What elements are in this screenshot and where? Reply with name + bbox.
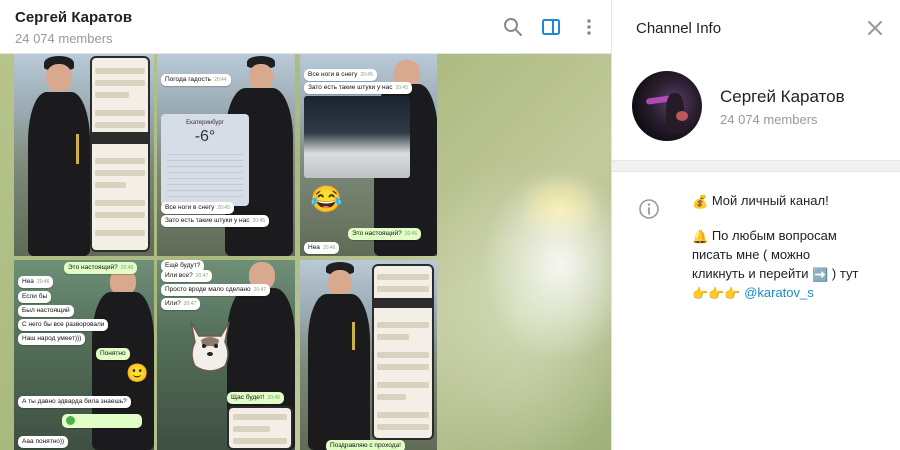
sidebar-toggle-button[interactable] [537, 13, 565, 41]
channel-description: 💰 Мой личный канал! 🔔 По любым вопросам … [692, 191, 892, 302]
channel-info-panel: Channel Info Сергей Каратов 24 074 membe… [611, 0, 900, 450]
album-photo-6[interactable]: Поздравляю с прохода! [300, 260, 437, 450]
message-bubble: С него бы все разворовали [18, 319, 109, 331]
message-bubble: Или? 20:47 [161, 298, 201, 310]
album-photo-2[interactable]: Погода гадость 20:44 Екатеринбург -6° Все… [157, 54, 295, 256]
message-bubble: Неа 20:46 [304, 242, 340, 254]
username-link[interactable]: @karatov_s [744, 285, 814, 300]
info-icon [639, 199, 659, 219]
chat-member-count: 24 074 members [15, 31, 113, 46]
chat-title[interactable]: Сергей Каратов [15, 9, 132, 26]
search-button[interactable] [499, 13, 527, 41]
album-photo-1[interactable] [14, 54, 154, 256]
smile-emoji: 🙂 [126, 363, 149, 383]
chat-area: Сергей Каратов 24 074 members Погода гад… [0, 0, 611, 450]
album-photo-5[interactable]: Ещё будут? Или все? 20:47 Просто вроде ма… [157, 260, 295, 450]
message-bubble: А ты давно эдварда била знаешь? [18, 396, 131, 408]
money-bag-emoji: 💰 [692, 194, 709, 209]
more-vertical-icon [587, 19, 591, 35]
message-bubble: Просто вроде мало сделано 20:47 [161, 284, 271, 296]
phone-screenshot [372, 264, 434, 440]
weather-widget: Екатеринбург -6° [161, 114, 249, 206]
laughing-emoji: 😂 [310, 184, 343, 214]
message-bubble: Зато есть такие штуки у нас 20:45 [161, 215, 269, 227]
night-photo [304, 96, 410, 178]
album-photo-3[interactable]: Все ноги в снегу 20:45 Зато есть такие шт… [300, 54, 437, 256]
pointing-hand-emoji: 👉👉👉 [692, 286, 741, 301]
right-arrow-emoji: ➡️ [812, 267, 829, 282]
message-bubble-outgoing: Это настоящий? 20:46 [64, 262, 138, 274]
channel-member-count: 24 074 members [720, 112, 818, 127]
message-bubble: Наш народ умеет))) [18, 333, 86, 345]
search-icon [504, 18, 522, 36]
chat-header[interactable]: Сергей Каратов 24 074 members [0, 0, 611, 54]
phone-screenshot [227, 406, 293, 450]
message-bubble-outgoing: Понятно [96, 348, 130, 360]
message-bubble-outgoing: Это настоящий? 20:46 [348, 228, 422, 240]
photo-album: Погода гадость 20:44 Екатеринбург -6° Все… [14, 54, 437, 450]
phone-screenshot [90, 56, 150, 252]
person-figure [24, 54, 94, 256]
message-bubble: Погода гадость 20:44 [161, 74, 231, 86]
message-bubble: Неа 20:46 [18, 276, 54, 288]
description-line: 💰 Мой личный канал! [692, 193, 829, 209]
message-bubble: Все ноги в снегу 20:45 [304, 69, 377, 81]
sidebar-toggle-icon [542, 19, 560, 35]
message-bubble-outgoing: Поздравляю с прохода! [326, 440, 405, 450]
description-line: 👉👉👉 @karatov_s [692, 283, 892, 302]
avatar[interactable] [632, 71, 702, 141]
husky-sticker [190, 321, 230, 372]
description-line: 🔔 По любым вопросам [692, 228, 837, 244]
message-bubble: Если бы [18, 291, 52, 303]
album-photo-4[interactable]: Это настоящий? 20:46 Неа 20:46 Если бы Был… [14, 260, 154, 450]
message-bubble-outgoing: Щас будет! 20:48 [227, 392, 284, 404]
message-bubble: Все ноги в снегу 20:45 [161, 202, 234, 214]
person-figure [308, 262, 370, 450]
message-bubble: Или все? 20:47 [161, 270, 213, 282]
weather-temperature: -6° [194, 128, 216, 145]
voice-message [62, 414, 142, 428]
message-bubble: Зато есть такие штуки у нас 20:45 [304, 82, 412, 94]
weather-city: Екатеринбург [186, 120, 224, 126]
description-line: писать мне ( можно [692, 247, 811, 262]
panel-title: Channel Info [636, 20, 722, 37]
bell-emoji: 🔔 [692, 229, 709, 244]
description-line: кликнуть и перейти ➡️ ) тут [692, 266, 859, 282]
message-bubble: Был настоящий [18, 305, 74, 317]
more-button[interactable] [575, 13, 603, 41]
message-bubble: Ааа понятно)) [18, 436, 69, 448]
close-button[interactable] [861, 14, 889, 42]
channel-name: Сергей Каратов [720, 87, 845, 106]
section-divider [612, 160, 900, 172]
close-icon [868, 21, 882, 35]
